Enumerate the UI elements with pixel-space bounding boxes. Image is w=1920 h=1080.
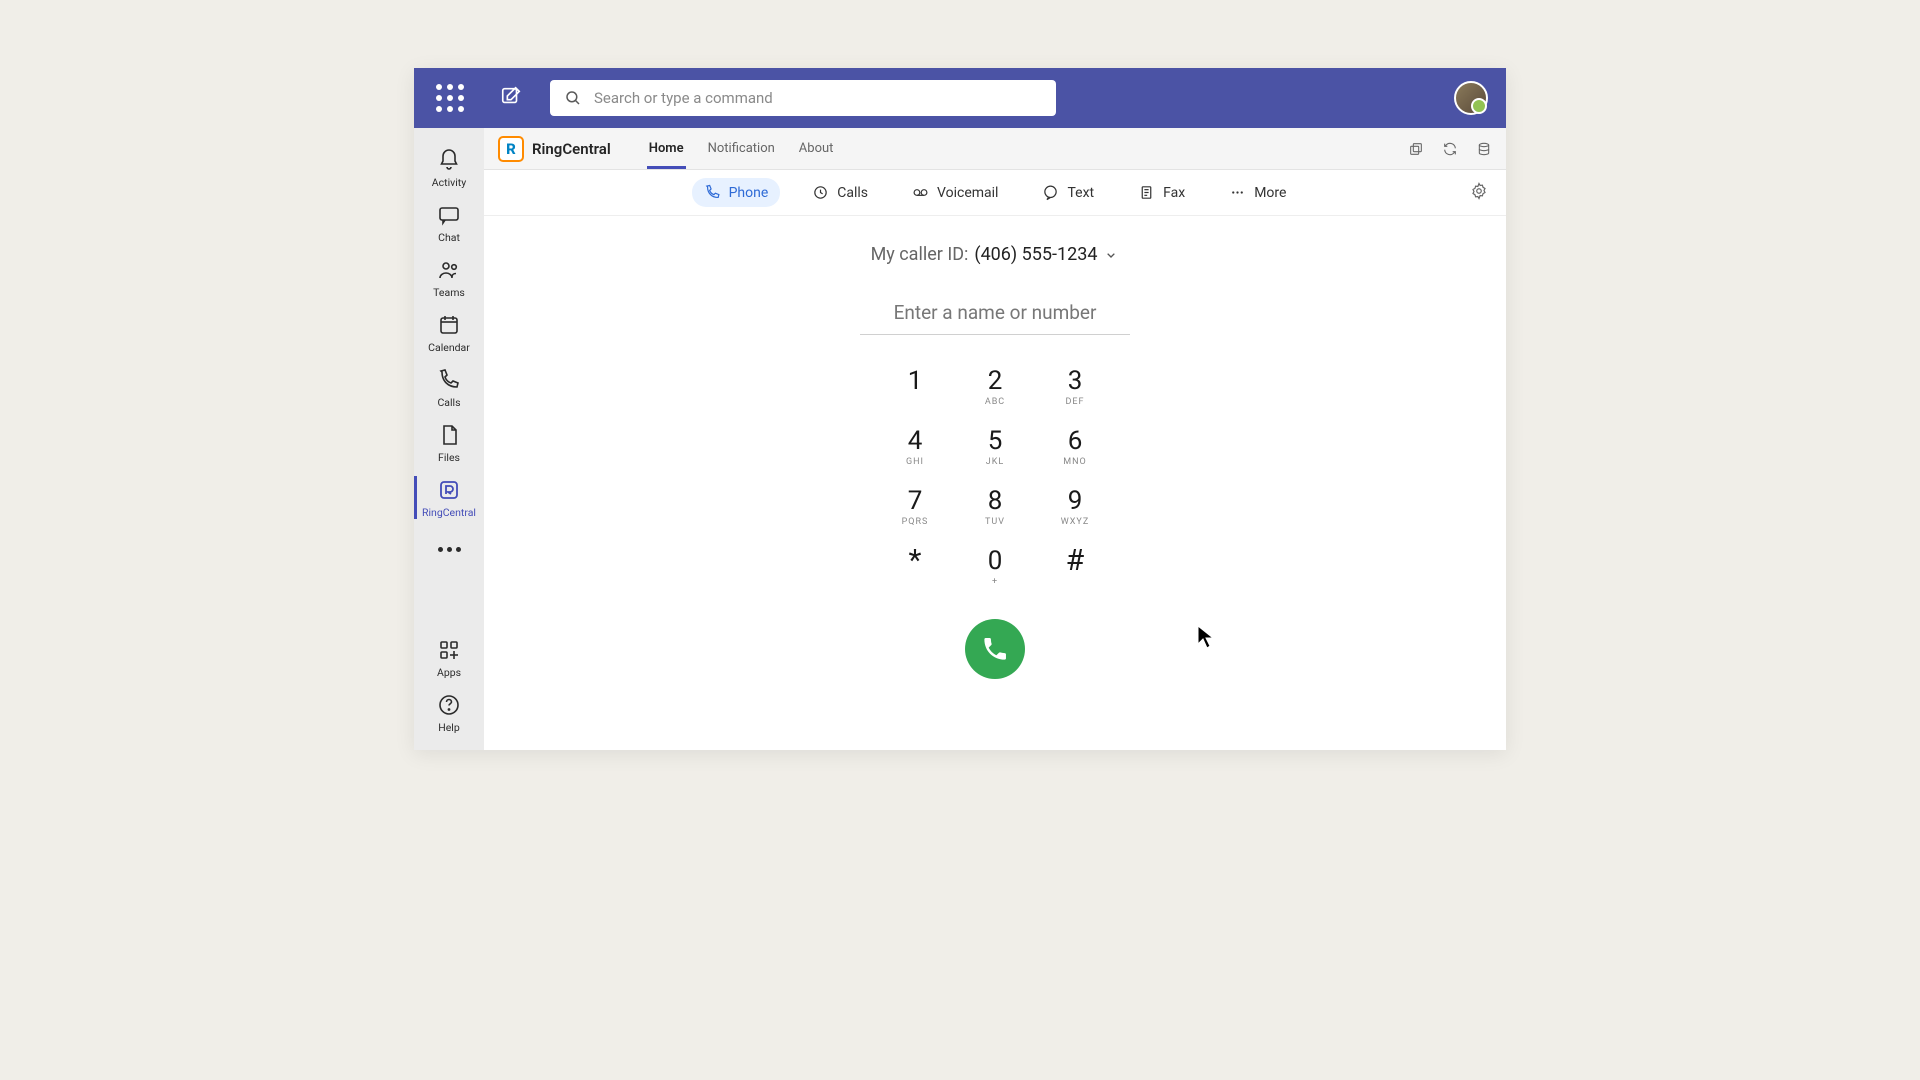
tool-fax[interactable]: Fax (1126, 178, 1197, 207)
key-6[interactable]: 6MNO (1035, 417, 1115, 477)
profile-avatar[interactable] (1454, 81, 1488, 115)
ringcentral-icon (437, 478, 461, 502)
app-launcher-icon[interactable] (428, 76, 472, 120)
caller-id-label: My caller ID: (871, 244, 969, 265)
rail-item-label: Calls (437, 396, 460, 409)
apps-icon (437, 638, 461, 662)
rail-item-calls[interactable]: Calls (414, 360, 484, 415)
key-hash[interactable]: # (1035, 537, 1115, 597)
phone-icon (437, 368, 461, 392)
tool-label: Voicemail (937, 185, 998, 201)
rail-item-label: Calendar (428, 341, 470, 354)
search-bar[interactable] (550, 80, 1056, 116)
rail-item-help[interactable]: Help (414, 685, 484, 740)
rail-item-label: Teams (433, 286, 465, 299)
gear-icon (1470, 182, 1488, 200)
rail-item-label: Files (438, 451, 460, 464)
body-area: Activity Chat Teams Calendar Calls Files (414, 128, 1506, 750)
rail-item-calendar[interactable]: Calendar (414, 305, 484, 360)
header-tabs: Home Notification About (647, 129, 836, 169)
tool-voicemail[interactable]: Voicemail (900, 178, 1010, 207)
brand-name: RingCentral (532, 140, 611, 158)
clock-icon (812, 184, 829, 201)
key-star[interactable]: * (875, 537, 955, 597)
rail-item-ringcentral[interactable]: RingCentral (414, 470, 484, 525)
search-input[interactable] (594, 89, 1042, 107)
key-9[interactable]: 9WXYZ (1035, 477, 1115, 537)
call-button[interactable] (965, 619, 1025, 679)
rail-item-apps[interactable]: Apps (414, 630, 484, 685)
text-icon (1042, 184, 1059, 201)
bell-icon (437, 148, 461, 172)
app-header: R RingCentral Home Notification About (484, 128, 1506, 170)
rail-item-files[interactable]: Files (414, 415, 484, 470)
main-column: R RingCentral Home Notification About (484, 128, 1506, 750)
tool-label: Fax (1163, 185, 1185, 201)
more-icon (1229, 184, 1246, 201)
tool-phone[interactable]: Phone (692, 178, 781, 207)
phone-icon (704, 184, 721, 201)
key-4[interactable]: 4GHI (875, 417, 955, 477)
key-7[interactable]: 7PQRS (875, 477, 955, 537)
top-bar (414, 68, 1506, 128)
dialer-area: My caller ID: (406) 555-1234 1 2ABC 3DEF… (484, 216, 1506, 750)
key-3[interactable]: 3DEF (1035, 357, 1115, 417)
brand-logo: R (498, 136, 524, 162)
key-2[interactable]: 2ABC (955, 357, 1035, 417)
caller-id-selector[interactable]: My caller ID: (406) 555-1234 (871, 244, 1120, 265)
popout-icon[interactable] (1408, 141, 1424, 157)
key-5[interactable]: 5JKL (955, 417, 1035, 477)
rail-item-label: Apps (437, 666, 461, 679)
key-0[interactable]: 0+ (955, 537, 1035, 597)
rail-item-label: RingCentral (422, 506, 476, 519)
search-icon (564, 89, 582, 107)
fax-icon (1138, 184, 1155, 201)
voicemail-icon (912, 184, 929, 201)
chat-icon (437, 203, 461, 227)
tab-about[interactable]: About (797, 129, 836, 169)
dial-input[interactable] (860, 295, 1130, 335)
tool-settings[interactable] (1470, 182, 1488, 204)
phone-icon (981, 635, 1009, 663)
tool-label: Text (1067, 185, 1094, 201)
rail-item-more[interactable] (436, 525, 463, 568)
caller-id-number: (406) 555-1234 (974, 244, 1097, 265)
tab-home[interactable]: Home (647, 129, 686, 169)
key-8[interactable]: 8TUV (955, 477, 1035, 537)
rail-item-label: Help (438, 721, 460, 734)
header-actions (1408, 141, 1492, 157)
tool-calls[interactable]: Calls (800, 178, 880, 207)
rail-item-teams[interactable]: Teams (414, 250, 484, 305)
tool-label: More (1254, 185, 1286, 201)
file-icon (437, 423, 461, 447)
key-1[interactable]: 1 (875, 357, 955, 417)
compose-icon[interactable] (494, 79, 528, 117)
tab-notification[interactable]: Notification (706, 129, 777, 169)
rail-item-chat[interactable]: Chat (414, 195, 484, 250)
chevron-down-icon (1103, 247, 1119, 263)
tool-row: Phone Calls Voicemail Text Fax (484, 170, 1506, 216)
stack-icon[interactable] (1476, 141, 1492, 157)
calendar-icon (437, 313, 461, 337)
tool-text[interactable]: Text (1030, 178, 1106, 207)
rail-item-activity[interactable]: Activity (414, 140, 484, 195)
brand: R RingCentral (498, 136, 611, 162)
tool-label: Calls (837, 185, 868, 201)
rail-item-label: Chat (438, 231, 460, 244)
keypad: 1 2ABC 3DEF 4GHI 5JKL 6MNO 7PQRS 8TUV 9W… (875, 357, 1115, 597)
refresh-icon[interactable] (1442, 141, 1458, 157)
left-rail: Activity Chat Teams Calendar Calls Files (414, 128, 484, 750)
tool-more[interactable]: More (1217, 178, 1298, 207)
help-icon (437, 693, 461, 717)
teams-icon (437, 258, 461, 282)
app-window: Activity Chat Teams Calendar Calls Files (414, 68, 1506, 750)
rail-item-label: Activity (432, 176, 466, 189)
tool-label: Phone (729, 185, 769, 201)
